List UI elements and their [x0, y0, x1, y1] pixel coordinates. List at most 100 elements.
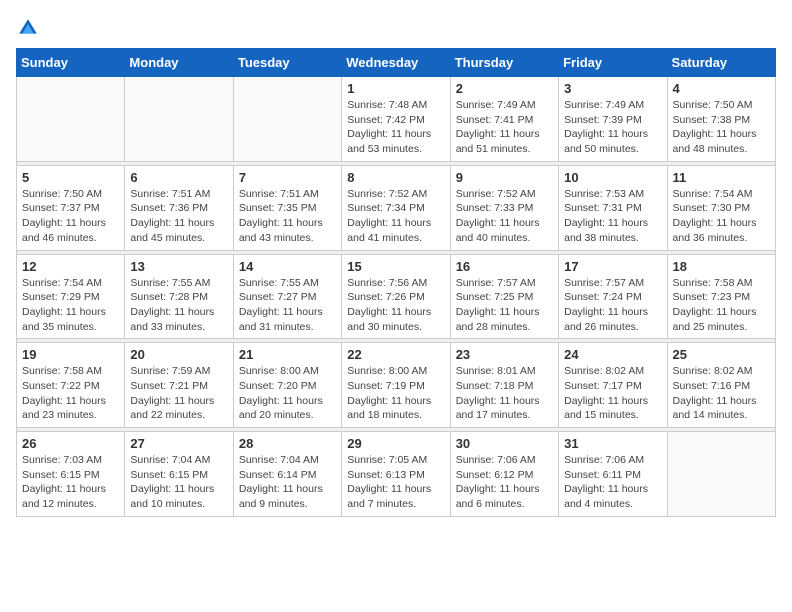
day-number: 27	[130, 436, 227, 451]
day-number: 6	[130, 170, 227, 185]
calendar-cell: 8 Sunrise: 7:52 AMSunset: 7:34 PMDaylight…	[342, 165, 450, 250]
day-number: 12	[22, 259, 119, 274]
calendar-cell	[233, 77, 341, 162]
header-day-monday: Monday	[125, 49, 233, 77]
calendar-cell: 12 Sunrise: 7:54 AMSunset: 7:29 PMDayligh…	[17, 254, 125, 339]
calendar-cell: 4 Sunrise: 7:50 AMSunset: 7:38 PMDaylight…	[667, 77, 775, 162]
calendar-table: SundayMondayTuesdayWednesdayThursdayFrid…	[16, 48, 776, 517]
logo	[16, 16, 44, 40]
day-number: 4	[673, 81, 770, 96]
day-info: Sunrise: 7:57 AMSunset: 7:24 PMDaylight:…	[564, 276, 661, 335]
calendar-cell: 31 Sunrise: 7:06 AMSunset: 6:11 PMDayligh…	[559, 432, 667, 517]
day-number: 31	[564, 436, 661, 451]
day-info: Sunrise: 7:58 AMSunset: 7:23 PMDaylight:…	[673, 276, 770, 335]
calendar-cell: 25Sunrise: 8:02 AMSunset: 7:16 PMDayligh…	[667, 343, 775, 428]
header-day-thursday: Thursday	[450, 49, 558, 77]
calendar-cell: 27 Sunrise: 7:04 AMSunset: 6:15 PMDayligh…	[125, 432, 233, 517]
day-info: Sunrise: 7:56 AMSunset: 7:26 PMDaylight:…	[347, 276, 444, 335]
day-info: Sunrise: 8:00 AMSunset: 7:20 PMDaylight:…	[239, 364, 336, 423]
calendar-cell: 2 Sunrise: 7:49 AMSunset: 7:41 PMDaylight…	[450, 77, 558, 162]
day-info: Sunrise: 7:53 AMSunset: 7:31 PMDaylight:…	[564, 187, 661, 246]
day-number: 2	[456, 81, 553, 96]
day-info: Sunrise: 7:51 AMSunset: 7:35 PMDaylight:…	[239, 187, 336, 246]
calendar-cell: 10 Sunrise: 7:53 AMSunset: 7:31 PMDayligh…	[559, 165, 667, 250]
calendar-cell: 15 Sunrise: 7:56 AMSunset: 7:26 PMDayligh…	[342, 254, 450, 339]
day-number: 10	[564, 170, 661, 185]
day-number: 14	[239, 259, 336, 274]
day-info: Sunrise: 7:06 AMSunset: 6:12 PMDaylight:…	[456, 453, 553, 512]
day-number: 20	[130, 347, 227, 362]
day-info: Sunrise: 7:55 AMSunset: 7:28 PMDaylight:…	[130, 276, 227, 335]
day-info: Sunrise: 8:02 AMSunset: 7:16 PMDaylight:…	[673, 364, 770, 423]
day-number: 3	[564, 81, 661, 96]
day-info: Sunrise: 7:52 AMSunset: 7:34 PMDaylight:…	[347, 187, 444, 246]
calendar-cell: 26 Sunrise: 7:03 AMSunset: 6:15 PMDayligh…	[17, 432, 125, 517]
day-info: Sunrise: 7:06 AMSunset: 6:11 PMDaylight:…	[564, 453, 661, 512]
day-info: Sunrise: 7:59 AMSunset: 7:21 PMDaylight:…	[130, 364, 227, 423]
calendar-week-row: 5Sunrise: 7:50 AMSunset: 7:37 PMDaylight…	[17, 165, 776, 250]
calendar-cell: 5Sunrise: 7:50 AMSunset: 7:37 PMDaylight…	[17, 165, 125, 250]
day-number: 22	[347, 347, 444, 362]
calendar-cell: 23Sunrise: 8:01 AMSunset: 7:18 PMDayligh…	[450, 343, 558, 428]
calendar-cell: 3Sunrise: 7:49 AMSunset: 7:39 PMDaylight…	[559, 77, 667, 162]
day-info: Sunrise: 7:54 AMSunset: 7:30 PMDaylight:…	[673, 187, 770, 246]
day-info: Sunrise: 8:01 AMSunset: 7:18 PMDaylight:…	[456, 364, 553, 423]
calendar-cell: 13 Sunrise: 7:55 AMSunset: 7:28 PMDayligh…	[125, 254, 233, 339]
calendar-cell: 30 Sunrise: 7:06 AMSunset: 6:12 PMDayligh…	[450, 432, 558, 517]
day-info: Sunrise: 7:55 AMSunset: 7:27 PMDaylight:…	[239, 276, 336, 335]
calendar-cell: 29Sunrise: 7:05 AMSunset: 6:13 PMDayligh…	[342, 432, 450, 517]
day-info: Sunrise: 8:00 AMSunset: 7:19 PMDaylight:…	[347, 364, 444, 423]
header-day-saturday: Saturday	[667, 49, 775, 77]
day-number: 18	[673, 259, 770, 274]
day-number: 7	[239, 170, 336, 185]
calendar-cell: 16 Sunrise: 7:57 AMSunset: 7:25 PMDayligh…	[450, 254, 558, 339]
day-number: 28	[239, 436, 336, 451]
day-number: 17	[564, 259, 661, 274]
day-number: 11	[673, 170, 770, 185]
calendar-cell: 21 Sunrise: 8:00 AMSunset: 7:20 PMDayligh…	[233, 343, 341, 428]
day-number: 13	[130, 259, 227, 274]
header-day-friday: Friday	[559, 49, 667, 77]
day-number: 9	[456, 170, 553, 185]
day-info: Sunrise: 7:04 AMSunset: 6:15 PMDaylight:…	[130, 453, 227, 512]
header-day-tuesday: Tuesday	[233, 49, 341, 77]
calendar-cell: 28 Sunrise: 7:04 AMSunset: 6:14 PMDayligh…	[233, 432, 341, 517]
day-info: Sunrise: 7:48 AMSunset: 7:42 PMDaylight:…	[347, 98, 444, 157]
day-number: 1	[347, 81, 444, 96]
calendar-week-row: 19 Sunrise: 7:58 AMSunset: 7:22 PMDayligh…	[17, 343, 776, 428]
calendar-cell: 24 Sunrise: 8:02 AMSunset: 7:17 PMDayligh…	[559, 343, 667, 428]
calendar-cell	[17, 77, 125, 162]
header-day-sunday: Sunday	[17, 49, 125, 77]
day-info: Sunrise: 7:57 AMSunset: 7:25 PMDaylight:…	[456, 276, 553, 335]
day-number: 21	[239, 347, 336, 362]
day-info: Sunrise: 7:49 AMSunset: 7:41 PMDaylight:…	[456, 98, 553, 157]
day-info: Sunrise: 7:03 AMSunset: 6:15 PMDaylight:…	[22, 453, 119, 512]
day-info: Sunrise: 7:52 AMSunset: 7:33 PMDaylight:…	[456, 187, 553, 246]
calendar-cell: 22 Sunrise: 8:00 AMSunset: 7:19 PMDayligh…	[342, 343, 450, 428]
day-number: 24	[564, 347, 661, 362]
day-info: Sunrise: 8:02 AMSunset: 7:17 PMDaylight:…	[564, 364, 661, 423]
calendar-cell: 20 Sunrise: 7:59 AMSunset: 7:21 PMDayligh…	[125, 343, 233, 428]
day-info: Sunrise: 7:50 AMSunset: 7:38 PMDaylight:…	[673, 98, 770, 157]
day-number: 16	[456, 259, 553, 274]
calendar-cell: 14 Sunrise: 7:55 AMSunset: 7:27 PMDayligh…	[233, 254, 341, 339]
day-number: 19	[22, 347, 119, 362]
day-info: Sunrise: 7:04 AMSunset: 6:14 PMDaylight:…	[239, 453, 336, 512]
day-info: Sunrise: 7:58 AMSunset: 7:22 PMDaylight:…	[22, 364, 119, 423]
day-number: 15	[347, 259, 444, 274]
calendar-cell: 17 Sunrise: 7:57 AMSunset: 7:24 PMDayligh…	[559, 254, 667, 339]
calendar-week-row: 1 Sunrise: 7:48 AMSunset: 7:42 PMDaylight…	[17, 77, 776, 162]
calendar-cell: 1 Sunrise: 7:48 AMSunset: 7:42 PMDaylight…	[342, 77, 450, 162]
calendar-week-row: 12 Sunrise: 7:54 AMSunset: 7:29 PMDayligh…	[17, 254, 776, 339]
day-info: Sunrise: 7:51 AMSunset: 7:36 PMDaylight:…	[130, 187, 227, 246]
day-info: Sunrise: 7:54 AMSunset: 7:29 PMDaylight:…	[22, 276, 119, 335]
day-number: 29	[347, 436, 444, 451]
calendar-cell: 6 Sunrise: 7:51 AMSunset: 7:36 PMDaylight…	[125, 165, 233, 250]
header-day-wednesday: Wednesday	[342, 49, 450, 77]
day-number: 30	[456, 436, 553, 451]
calendar-cell: 9 Sunrise: 7:52 AMSunset: 7:33 PMDaylight…	[450, 165, 558, 250]
day-number: 26	[22, 436, 119, 451]
calendar-cell: 18 Sunrise: 7:58 AMSunset: 7:23 PMDayligh…	[667, 254, 775, 339]
day-number: 8	[347, 170, 444, 185]
calendar-header-row: SundayMondayTuesdayWednesdayThursdayFrid…	[17, 49, 776, 77]
